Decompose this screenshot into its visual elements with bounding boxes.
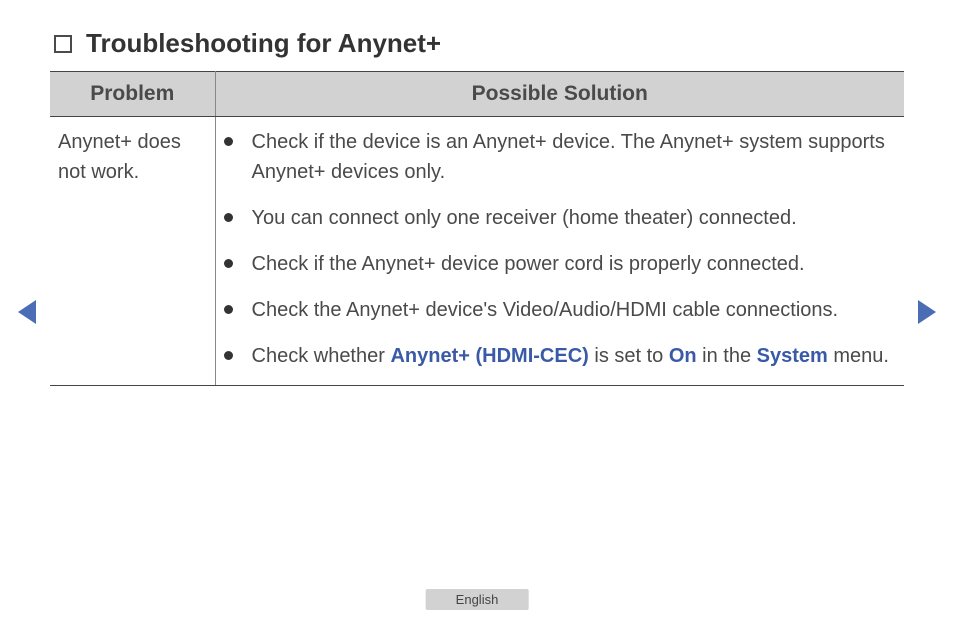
list-item: Check if the device is an Anynet+ device… bbox=[224, 127, 895, 187]
next-page-arrow-icon[interactable] bbox=[918, 300, 936, 324]
text-fragment: in the bbox=[697, 345, 757, 367]
section-heading: Troubleshooting for Anynet+ bbox=[54, 28, 904, 59]
list-item: Check if the Anynet+ device power cord i… bbox=[224, 249, 895, 279]
language-badge: English bbox=[426, 589, 529, 610]
col-header-problem: Problem bbox=[50, 72, 215, 117]
page-content: Troubleshooting for Anynet+ Problem Poss… bbox=[0, 0, 954, 386]
heading-text: Troubleshooting for Anynet+ bbox=[86, 28, 441, 59]
solution-cell: Check if the device is an Anynet+ device… bbox=[215, 117, 904, 386]
list-item: You can connect only one receiver (home … bbox=[224, 203, 895, 233]
troubleshooting-table: Problem Possible Solution Anynet+ does n… bbox=[50, 71, 904, 386]
problem-cell: Anynet+ does not work. bbox=[50, 117, 215, 386]
text-fragment: Check whether bbox=[252, 345, 391, 367]
keyword-on: On bbox=[669, 345, 697, 367]
square-bullet-icon bbox=[54, 35, 72, 53]
text-fragment: is set to bbox=[589, 345, 669, 367]
solution-list: Check if the device is an Anynet+ device… bbox=[218, 127, 895, 371]
col-header-solution: Possible Solution bbox=[215, 72, 904, 117]
keyword-system: System bbox=[757, 345, 828, 367]
list-item: Check whether Anynet+ (HDMI-CEC) is set … bbox=[224, 341, 895, 371]
table-header-row: Problem Possible Solution bbox=[50, 72, 904, 117]
keyword-anynet-hdmi-cec: Anynet+ (HDMI-CEC) bbox=[390, 345, 588, 367]
list-item: Check the Anynet+ device's Video/Audio/H… bbox=[224, 295, 895, 325]
prev-page-arrow-icon[interactable] bbox=[18, 300, 36, 324]
text-fragment: menu. bbox=[828, 345, 889, 367]
table-row: Anynet+ does not work. Check if the devi… bbox=[50, 117, 904, 386]
